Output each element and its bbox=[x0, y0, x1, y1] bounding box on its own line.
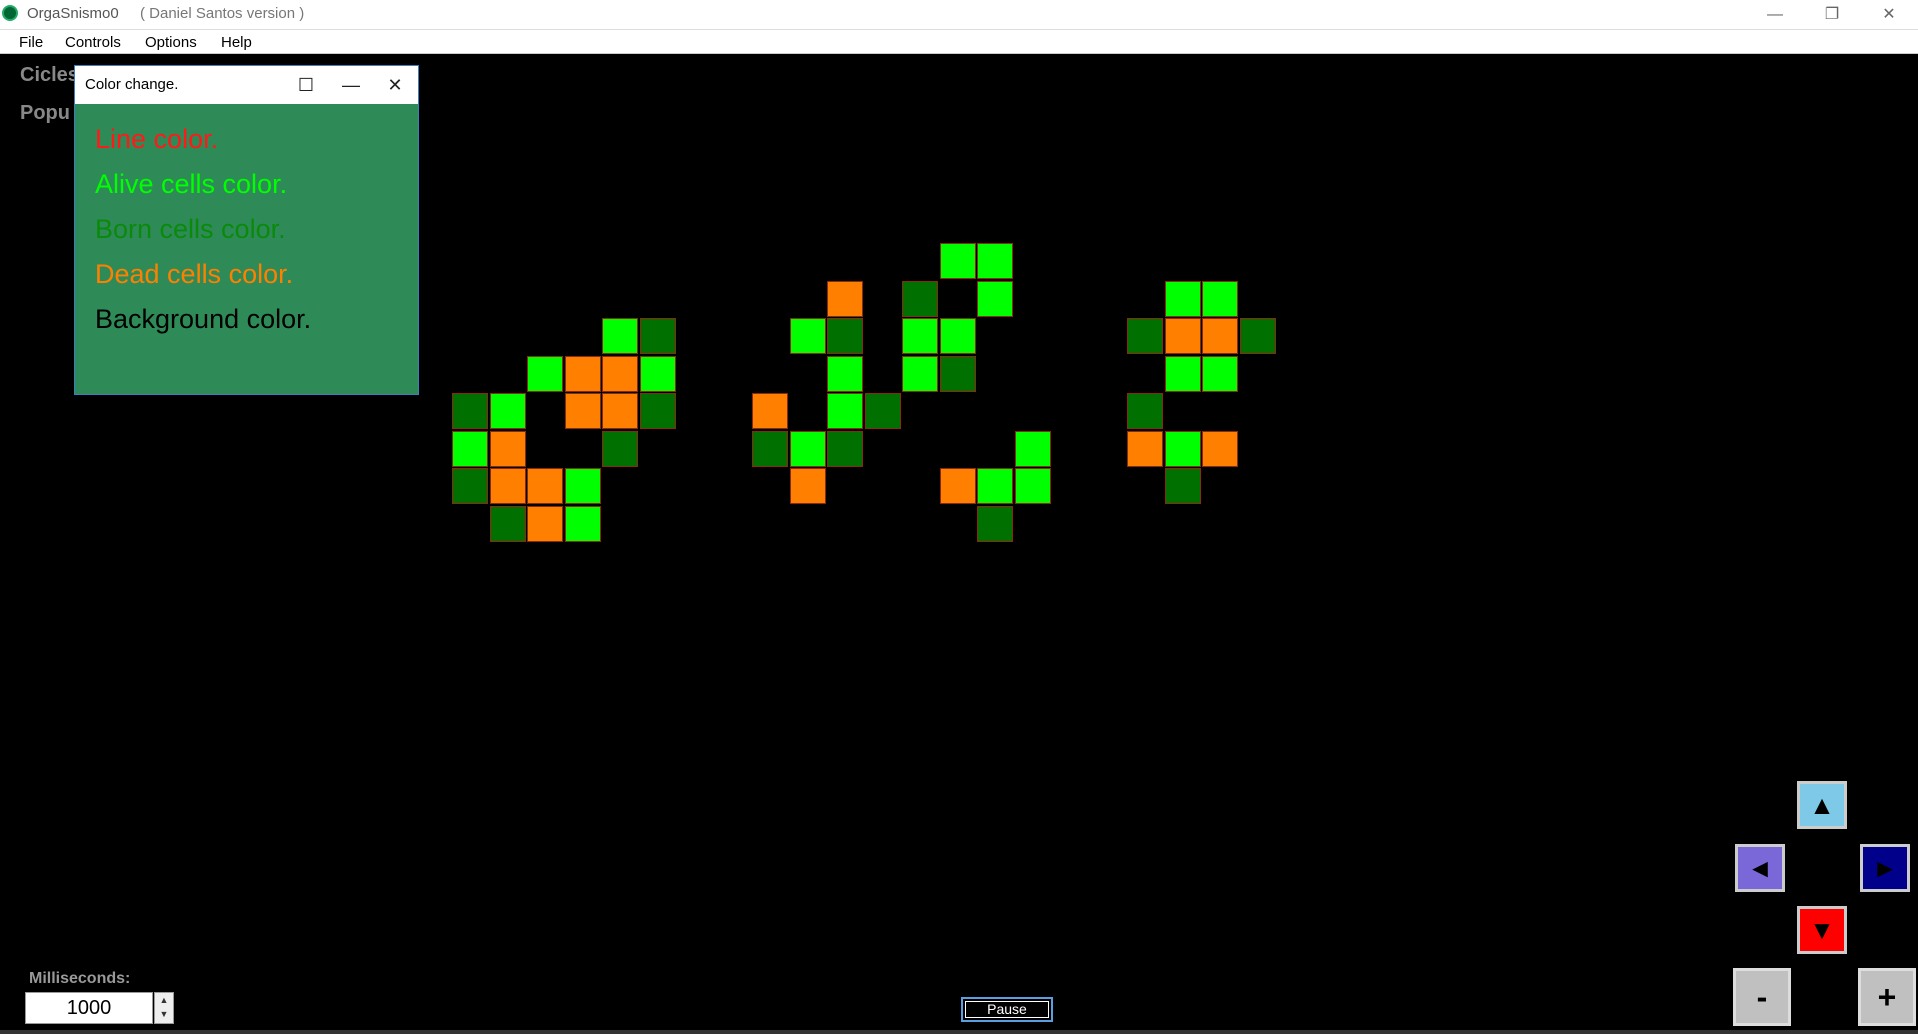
alive-cell[interactable] bbox=[565, 468, 601, 504]
born-cell[interactable] bbox=[940, 356, 976, 392]
alive-cell[interactable] bbox=[902, 356, 938, 392]
bottom-strip bbox=[0, 1030, 1918, 1034]
title-bar: OrgaSnismo0 ( Daniel Santos version ) — … bbox=[0, 0, 1918, 30]
alive-cell[interactable] bbox=[527, 356, 563, 392]
dead-cell[interactable] bbox=[1165, 318, 1201, 354]
alive-cell[interactable] bbox=[827, 393, 863, 429]
dead-cell[interactable] bbox=[527, 468, 563, 504]
alive-cell[interactable] bbox=[902, 318, 938, 354]
close-button[interactable]: ✕ bbox=[1861, 0, 1917, 29]
dead-cells-color-option[interactable]: Dead cells color. bbox=[95, 259, 293, 290]
alive-cell[interactable] bbox=[977, 281, 1013, 317]
menu-help[interactable]: Help bbox=[221, 34, 252, 51]
born-cell[interactable] bbox=[1127, 318, 1163, 354]
born-cell[interactable] bbox=[602, 431, 638, 467]
dead-cell[interactable] bbox=[790, 468, 826, 504]
alive-cell[interactable] bbox=[1202, 356, 1238, 392]
dead-cell[interactable] bbox=[602, 356, 638, 392]
app-icon bbox=[2, 5, 18, 21]
alive-cell[interactable] bbox=[1165, 281, 1201, 317]
born-cell[interactable] bbox=[827, 318, 863, 354]
population-label: Popu bbox=[20, 102, 70, 124]
alive-cell[interactable] bbox=[1015, 431, 1051, 467]
milliseconds-input[interactable]: 1000 bbox=[25, 992, 153, 1024]
dead-cell[interactable] bbox=[565, 393, 601, 429]
born-cell[interactable] bbox=[452, 393, 488, 429]
born-cell[interactable] bbox=[452, 468, 488, 504]
zoom-out-button[interactable]: - bbox=[1733, 968, 1791, 1026]
born-cell[interactable] bbox=[490, 506, 526, 542]
app-title: OrgaSnismo0 bbox=[27, 5, 119, 22]
alive-cell[interactable] bbox=[452, 431, 488, 467]
alive-cell[interactable] bbox=[977, 468, 1013, 504]
alive-cell[interactable] bbox=[1165, 356, 1201, 392]
milliseconds-label: Milliseconds: bbox=[29, 970, 131, 987]
alive-cell[interactable] bbox=[940, 243, 976, 279]
dialog-title-bar: Color change. — ☐ ✕ bbox=[75, 66, 418, 104]
born-cell[interactable] bbox=[827, 431, 863, 467]
born-cell[interactable] bbox=[752, 431, 788, 467]
dead-cell[interactable] bbox=[752, 393, 788, 429]
alive-cell[interactable] bbox=[1015, 468, 1051, 504]
menu-options[interactable]: Options bbox=[145, 34, 197, 51]
alive-cells-color-option[interactable]: Alive cells color. bbox=[95, 169, 287, 200]
alive-cell[interactable] bbox=[790, 318, 826, 354]
born-cell[interactable] bbox=[865, 393, 901, 429]
born-cell[interactable] bbox=[1240, 318, 1276, 354]
born-cell[interactable] bbox=[640, 393, 676, 429]
born-cell[interactable] bbox=[640, 318, 676, 354]
dead-cell[interactable] bbox=[490, 431, 526, 467]
restore-button[interactable]: ❐ bbox=[1804, 0, 1860, 29]
dead-cell[interactable] bbox=[827, 281, 863, 317]
pause-button[interactable]: Pause bbox=[961, 997, 1053, 1022]
dead-cell[interactable] bbox=[1127, 431, 1163, 467]
color-change-dialog: Color change. — ☐ ✕ Line color. Alive ce… bbox=[74, 65, 419, 395]
dead-cell[interactable] bbox=[1202, 318, 1238, 354]
born-cells-color-option[interactable]: Born cells color. bbox=[95, 214, 286, 245]
zoom-in-button[interactable]: + bbox=[1858, 968, 1916, 1026]
dead-cell[interactable] bbox=[527, 506, 563, 542]
alive-cell[interactable] bbox=[490, 393, 526, 429]
dialog-maximize-button[interactable]: ☐ bbox=[286, 70, 326, 100]
alive-cell[interactable] bbox=[977, 243, 1013, 279]
born-cell[interactable] bbox=[977, 506, 1013, 542]
move-left-button[interactable]: ◄ bbox=[1735, 844, 1785, 892]
born-cell[interactable] bbox=[902, 281, 938, 317]
dead-cell[interactable] bbox=[940, 468, 976, 504]
born-cell[interactable] bbox=[1165, 468, 1201, 504]
move-up-button[interactable]: ▲ bbox=[1797, 781, 1847, 829]
menu-bar: File Controls Options Help bbox=[0, 30, 1918, 54]
menu-controls[interactable]: Controls bbox=[65, 34, 121, 51]
dialog-minimize-button[interactable]: — bbox=[331, 70, 371, 100]
alive-cell[interactable] bbox=[1165, 431, 1201, 467]
alive-cell[interactable] bbox=[1202, 281, 1238, 317]
dead-cell[interactable] bbox=[565, 356, 601, 392]
move-down-button[interactable]: ▼ bbox=[1797, 906, 1847, 954]
alive-cell[interactable] bbox=[640, 356, 676, 392]
alive-cell[interactable] bbox=[565, 506, 601, 542]
move-right-button[interactable]: ► bbox=[1860, 844, 1910, 892]
app-subtitle: ( Daniel Santos version ) bbox=[140, 5, 305, 22]
milliseconds-spinner[interactable]: ▲ ▼ bbox=[154, 992, 174, 1024]
alive-cell[interactable] bbox=[827, 356, 863, 392]
dead-cell[interactable] bbox=[602, 393, 638, 429]
dead-cell[interactable] bbox=[1202, 431, 1238, 467]
dialog-title: Color change. bbox=[85, 76, 179, 93]
alive-cell[interactable] bbox=[940, 318, 976, 354]
alive-cell[interactable] bbox=[602, 318, 638, 354]
background-color-option[interactable]: Background color. bbox=[95, 304, 311, 335]
minimize-button[interactable]: — bbox=[1747, 0, 1803, 29]
menu-file[interactable]: File bbox=[19, 34, 43, 51]
born-cell[interactable] bbox=[1127, 393, 1163, 429]
line-color-option[interactable]: Line color. bbox=[95, 124, 218, 155]
cicles-label: Cicles bbox=[20, 64, 79, 86]
dialog-close-button[interactable]: ✕ bbox=[375, 70, 415, 100]
dead-cell[interactable] bbox=[490, 468, 526, 504]
alive-cell[interactable] bbox=[790, 431, 826, 467]
